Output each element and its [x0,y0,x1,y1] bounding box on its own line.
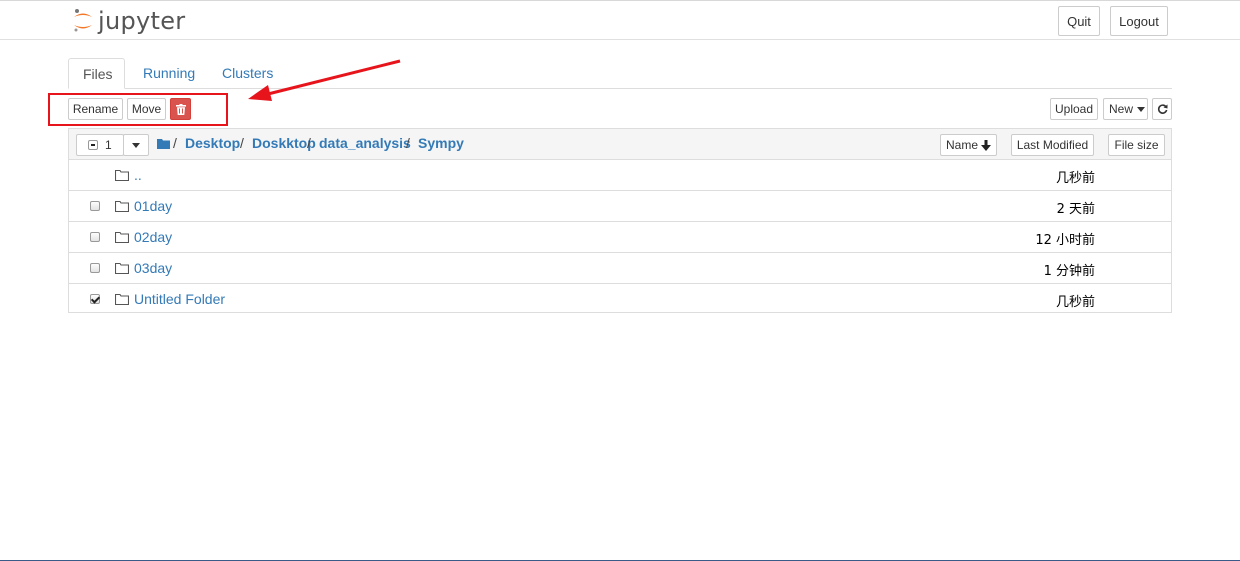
file-name-link[interactable]: 03day [134,260,172,276]
tab-files[interactable]: Files [68,58,125,89]
list-item[interactable]: 02day 12 小时前 [69,222,1171,253]
top-bar: jupyter Quit Logout [0,0,1240,40]
file-list-panel: 1 / Desktop / Doskktop / data_analysis /… [68,128,1172,313]
logo-text: jupyter [98,7,186,35]
refresh-icon [1157,103,1167,114]
row-checkbox[interactable] [90,232,100,242]
list-item[interactable]: 03day 1 分钟前 [69,253,1171,284]
tab-bar: Files Running Clusters [68,58,1172,89]
breadcrumb-separator: / [307,135,311,151]
arrow-down-icon [981,139,991,151]
annotation-highlight-box [48,93,228,126]
jupyter-logo[interactable]: jupyter [72,7,185,35]
folder-icon [115,293,129,305]
jupyter-logo-icon [74,9,92,32]
folder-icon [115,231,129,243]
file-list-header: 1 / Desktop / Doskktop / data_analysis /… [69,129,1171,160]
row-checkbox[interactable] [90,201,100,211]
breadcrumb-separator: / [406,135,410,151]
file-modified: 12 小时前 [1035,233,1095,248]
sort-file-size-button[interactable]: File size [1108,134,1165,156]
select-all-checkbox-icon [88,140,98,150]
sort-name-label: Name [945,138,978,152]
file-name-link[interactable]: .. [134,167,142,183]
file-name-link[interactable]: Untitled Folder [134,291,225,307]
breadcrumb-item[interactable]: Desktop [185,135,240,151]
quit-button[interactable]: Quit [1058,6,1100,36]
list-item[interactable]: 01day 2 天前 [69,191,1171,222]
file-name-link[interactable]: 01day [134,198,172,214]
breadcrumb-item[interactable]: data_analysis [319,135,411,151]
file-modified: 几秒前 [1055,171,1095,186]
breadcrumb-item[interactable]: Sympy [418,135,464,151]
caret-down-icon [132,142,140,148]
tab-running[interactable]: Running [129,58,209,88]
selected-count: 1 [105,138,112,152]
file-modified: 1 分钟前 [1043,264,1095,279]
folder-icon [115,169,129,181]
folder-icon[interactable] [157,138,170,149]
sort-name-button[interactable]: Name [940,134,997,156]
file-modified: 2 天前 [1056,202,1095,217]
breadcrumb-separator: / [173,135,177,151]
select-dropdown-button[interactable] [123,134,149,156]
new-button-label: New [1109,102,1134,116]
file-modified: 几秒前 [1055,295,1095,310]
caret-down-icon [1137,106,1146,112]
list-item[interactable]: .. 几秒前 [69,160,1171,191]
folder-icon [115,262,129,274]
select-all-checkbox-button[interactable]: 1 [76,134,124,156]
row-checkbox[interactable] [90,263,100,273]
refresh-button[interactable] [1152,98,1172,120]
list-item[interactable]: Untitled Folder 几秒前 [69,284,1171,315]
upload-button[interactable]: Upload [1050,98,1098,120]
row-checkbox[interactable] [90,294,100,304]
file-name-link[interactable]: 02day [134,229,172,245]
annotation-arrow [248,59,401,101]
folder-icon [115,200,129,212]
sort-last-modified-button[interactable]: Last Modified [1011,134,1094,156]
logout-button[interactable]: Logout [1110,6,1168,36]
breadcrumb-separator: / [240,135,244,151]
new-dropdown-button[interactable]: New [1103,98,1148,120]
